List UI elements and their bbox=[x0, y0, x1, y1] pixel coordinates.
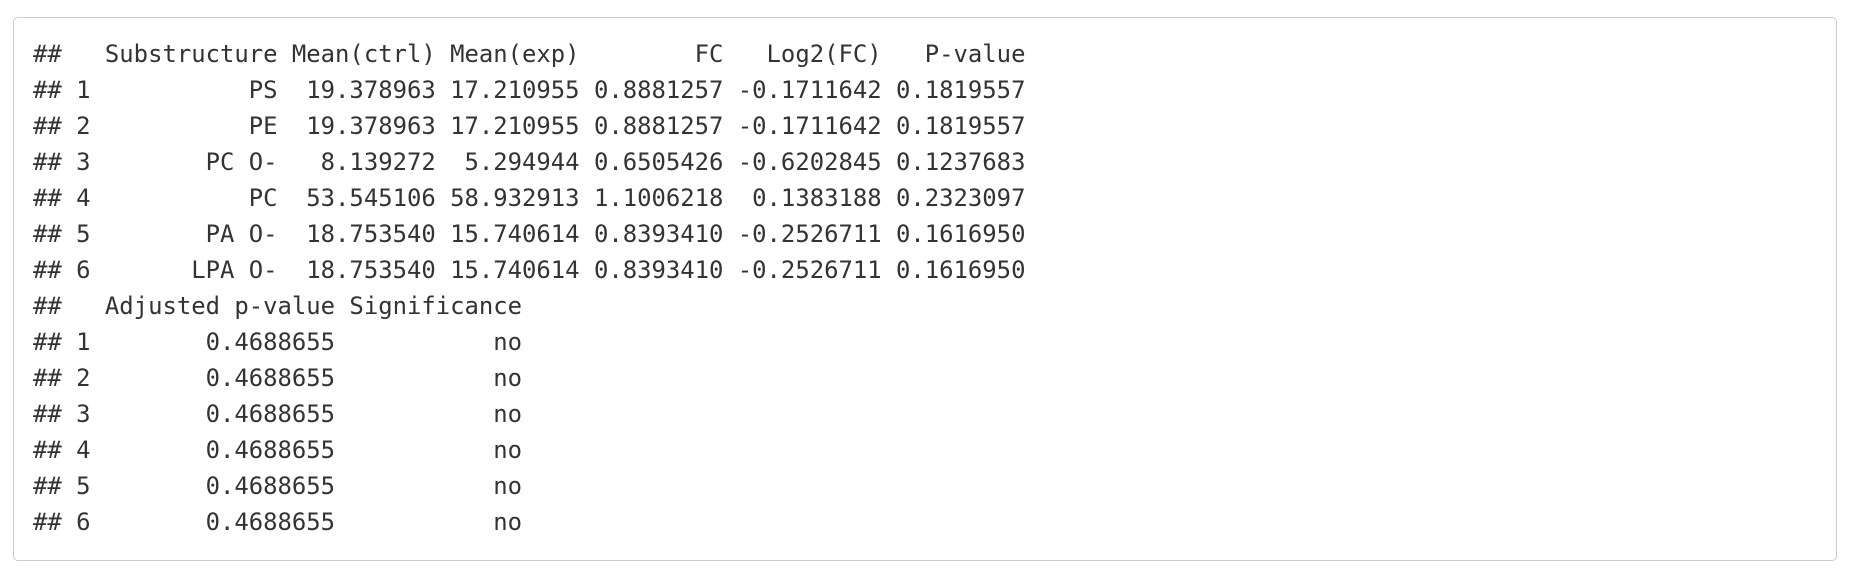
console-row-line: ## 6 0.4688655 no bbox=[33, 508, 523, 536]
console-row-line: ## 1 0.4688655 no bbox=[33, 328, 523, 356]
console-row-line: ## 4 PC 53.545106 58.932913 1.1006218 0.… bbox=[33, 184, 1026, 212]
console-row-line: ## 3 0.4688655 no bbox=[33, 400, 523, 428]
console-row-line: ## 1 PS 19.378963 17.210955 0.8881257 -0… bbox=[33, 76, 1026, 104]
console-row-line: ## 3 PC O- 8.139272 5.294944 0.6505426 -… bbox=[33, 148, 1026, 176]
console-row-line: ## 6 LPA O- 18.753540 15.740614 0.839341… bbox=[33, 256, 1026, 284]
console-row-line: ## 5 0.4688655 no bbox=[33, 472, 523, 500]
console-row-line: ## 4 0.4688655 no bbox=[33, 436, 523, 464]
console-output: ## Substructure Mean(ctrl) Mean(exp) FC … bbox=[33, 36, 1025, 540]
console-header-line: ## Substructure Mean(ctrl) Mean(exp) FC … bbox=[33, 40, 1026, 68]
console-row-line: ## 2 0.4688655 no bbox=[33, 364, 523, 392]
console-row-line: ## 5 PA O- 18.753540 15.740614 0.8393410… bbox=[33, 220, 1026, 248]
console-row-line: ## 2 PE 19.378963 17.210955 0.8881257 -0… bbox=[33, 112, 1026, 140]
console-header-line: ## Adjusted p-value Significance bbox=[33, 292, 523, 320]
